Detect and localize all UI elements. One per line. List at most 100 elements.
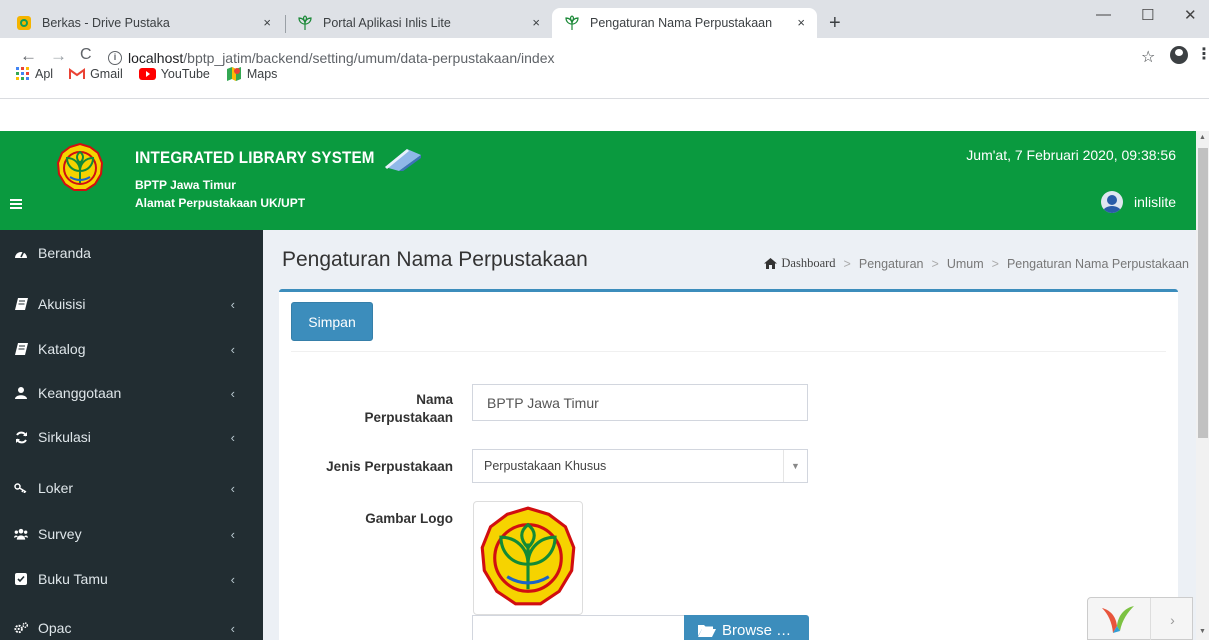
sidebar-item-label: Buku Tamu [38,571,108,587]
home-icon [764,258,778,269]
bookmark-apl[interactable]: Apl [16,67,53,81]
breadcrumb-dashboard[interactable]: Dashboard [764,256,836,271]
debug-toolbar[interactable]: › [1087,597,1193,640]
chevron-right-icon[interactable]: › [1150,598,1194,640]
hamburger-line [10,207,22,209]
chevron-left-icon: ‹ [230,571,235,587]
username: inlislite [1133,194,1176,210]
library-name-label: Nama Perpustakaan [364,392,453,425]
sidebar-item-label: Beranda [38,245,91,261]
sidebar-item-katalog[interactable]: Katalog ‹ [0,326,263,372]
bookmark-star-icon[interactable]: ☆ [1141,47,1155,67]
bookmark-maps[interactable]: Maps [226,66,277,82]
bookmarks-bar: Apl Gmail YouTube Maps [0,62,277,86]
sidebar-item-label: Opac [38,620,72,636]
leaf-favicon-icon [565,15,579,30]
chevron-down-icon: ▼ [783,450,807,482]
save-button[interactable]: Simpan [291,302,373,341]
breadcrumb-label: Dashboard [781,256,836,270]
bookmark-gmail[interactable]: Gmail [69,67,123,81]
bookmark-label: Gmail [90,67,123,81]
breadcrumb-umum[interactable]: Umum [947,257,984,271]
bookmark-label: YouTube [160,67,210,81]
maps-icon [226,66,242,82]
library-name-label-line: Nama [416,392,453,407]
minimize-button[interactable]: — [1096,6,1111,23]
tab-close-icon[interactable]: × [532,15,540,30]
sidebar-item-label: Akuisisi [38,296,86,312]
sidebar-item-label: Survey [38,526,82,542]
logo-preview [473,501,583,615]
library-type-select[interactable]: Perpustakaan Khusus ▼ [472,449,808,483]
browse-label: Browse … [722,621,792,639]
book-logo-icon [385,149,421,171]
bookmark-label: Apl [35,67,54,81]
tab-separator [285,15,286,33]
tab-drive-pustaka[interactable]: Berkas - Drive Pustaka × [16,8,281,38]
yii-logo-icon [1102,606,1134,633]
chevron-left-icon: ‹ [230,429,235,445]
logo-file-input[interactable] [472,615,685,640]
chevron-left-icon: ‹ [230,341,235,357]
scroll-up-arrow-icon[interactable]: ▲ [1199,134,1206,141]
user-avatar-icon [1100,191,1123,213]
hamburger-line [10,199,22,201]
tab-close-icon[interactable]: × [263,15,271,30]
library-name-label-line: Perpustakaan [364,410,453,425]
dashboard-icon [14,246,28,260]
breadcrumb-separator: > [843,256,851,271]
tab-title: Pengaturan Nama Perpustakaan [590,16,773,30]
tab-pengaturan-active[interactable]: Pengaturan Nama Perpustakaan × [552,8,817,38]
browser-tab-strip: Berkas - Drive Pustaka × Portal Aplikasi… [0,0,1209,38]
new-tab-button[interactable]: + [829,13,841,33]
tab-close-icon[interactable]: × [797,15,805,30]
browser-menu-icon[interactable]: ⋮ [1196,44,1209,64]
library-name-input[interactable]: BPTP Jawa Timur [472,384,808,421]
breadcrumb-pengaturan[interactable]: Pengaturan [859,257,924,271]
sidebar-item-opac[interactable]: Opac ‹ [0,605,263,640]
youtube-icon [138,68,156,80]
apps-grid-icon [16,67,30,81]
header-datetime: Jum'at, 7 Februari 2020, 09:38:56 [966,147,1176,163]
cogs-icon [14,621,28,635]
institution-address: Alamat Perpustakaan UK/UPT [135,196,306,210]
book-icon [14,297,28,311]
sidebar-item-label: Katalog [38,341,86,357]
library-type-label: Jenis Perpustakaan [326,459,453,474]
sidebar-item-buku-tamu[interactable]: Buku Tamu ‹ [0,556,263,602]
maximize-button[interactable]: ☐ [1141,6,1154,24]
drive-favicon-icon [17,16,31,30]
chevron-left-icon: ‹ [230,385,235,401]
gmail-icon [69,68,86,80]
close-window-button[interactable]: ✕ [1184,6,1197,24]
scrollbar-thumb[interactable] [1198,148,1208,438]
sidebar-item-akuisisi[interactable]: Akuisisi ‹ [0,281,263,327]
leaf-favicon-icon [298,15,312,30]
user-menu[interactable]: inlislite [1100,191,1176,213]
sidebar-item-label: Sirkulasi [38,429,91,445]
sidebar-item-label: Loker [38,480,74,496]
bookmark-youtube[interactable]: YouTube [138,67,210,81]
chevron-left-icon: ‹ [230,480,235,496]
institution-name: BPTP Jawa Timur [135,178,236,192]
sidebar-item-survey[interactable]: Survey ‹ [0,511,263,557]
chevron-left-icon: ‹ [230,620,235,636]
sidebar-item-beranda[interactable]: Beranda [0,230,263,276]
refresh-icon [14,430,28,444]
book-icon [14,342,28,356]
tab-title: Portal Aplikasi Inlis Lite [323,16,451,30]
browse-button[interactable]: Browse … [684,615,809,640]
sidebar-item-sirkulasi[interactable]: Sirkulasi ‹ [0,414,263,460]
logo-label: Gambar Logo [365,511,453,526]
app-header: INTEGRATED LIBRARY SYSTEM BPTP Jawa Timu… [0,131,1196,230]
breadcrumb-separator: > [931,256,939,271]
check-square-icon [14,572,28,586]
sidebar-toggle-button[interactable] [10,199,22,211]
profile-avatar-icon[interactable] [1170,46,1188,64]
chevron-left-icon: ‹ [230,526,235,542]
sidebar-item-keanggotaan[interactable]: Keanggotaan ‹ [0,370,263,416]
tab-portal-inlis[interactable]: Portal Aplikasi Inlis Lite × [297,8,550,38]
key-icon [14,481,28,495]
sidebar-item-loker[interactable]: Loker ‹ [0,465,263,511]
scroll-down-arrow-icon[interactable]: ▼ [1199,628,1206,635]
